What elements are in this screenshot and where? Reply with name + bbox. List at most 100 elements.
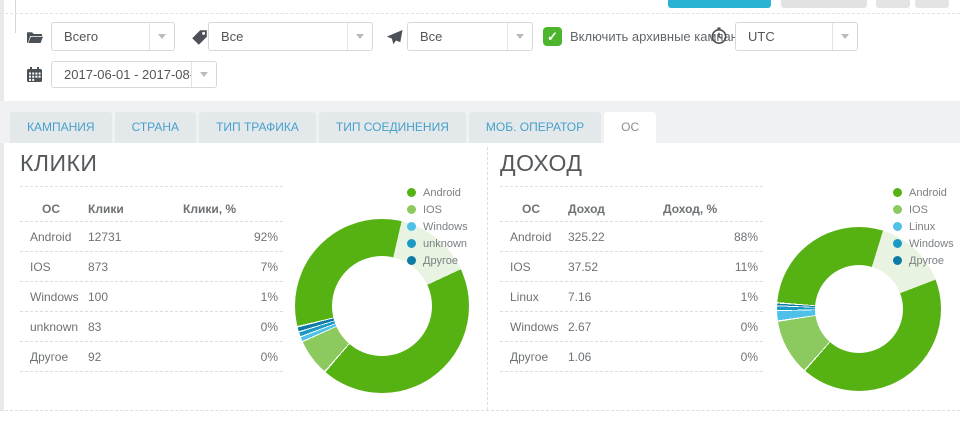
left-edge-strip	[0, 0, 4, 411]
col-clicks-pct: Клики, %	[183, 202, 283, 216]
legend-label: Android	[423, 187, 461, 199]
top-small-button-1-cutoff[interactable]	[876, 0, 910, 8]
cell-os: Android	[510, 230, 568, 244]
legend-label: IOS	[423, 204, 442, 216]
timezone-select[interactable]: UTC	[735, 22, 858, 51]
table-row: Другое 92 0%	[20, 342, 283, 372]
legend-bullet	[893, 205, 902, 214]
legend-bullet	[893, 256, 902, 265]
paper-plane-icon	[386, 29, 403, 46]
clock-icon	[710, 27, 727, 44]
cell-pct: 88%	[663, 230, 763, 244]
legend-label: Android	[909, 187, 947, 199]
revenue-table: ОС Доход Доход, % Android 325.22 88% IOS…	[500, 196, 763, 372]
table-row: unknown 83 0%	[20, 312, 283, 342]
tab-country[interactable]: СТРАНА	[115, 112, 196, 143]
clicks-table-header: ОС Клики Клики, %	[20, 196, 283, 222]
table-row: Windows 100 1%	[20, 282, 283, 312]
legend-bullet	[407, 239, 416, 248]
cell-revenue: 1.06	[568, 350, 663, 364]
cell-clicks: 83	[88, 320, 183, 334]
legend-bullet	[407, 256, 416, 265]
tab-os[interactable]: ОС	[604, 112, 656, 143]
tab-campaign[interactable]: КАМПАНИЯ	[10, 112, 112, 143]
cell-os: IOS	[30, 260, 88, 274]
legend-label: Windows	[909, 238, 954, 250]
clicks-legend: Android IOS Windows unknown Другое	[407, 184, 477, 269]
revenue-title-divider	[500, 186, 763, 187]
revenue-table-header: ОС Доход Доход, %	[500, 196, 763, 222]
legend-item: Android	[893, 184, 960, 201]
cell-pct: 0%	[183, 350, 283, 364]
tab-connection-type[interactable]: ТИП СОЕДИНЕНИЯ	[319, 112, 466, 143]
cell-pct: 1%	[183, 290, 283, 304]
legend-label: Другое	[909, 255, 944, 267]
cell-os: unknown	[30, 320, 88, 334]
report-tabs: КАМПАНИЯ СТРАНА ТИП ТРАФИКА ТИП СОЕДИНЕН…	[0, 101, 960, 143]
panel-divider	[487, 147, 488, 410]
group-filter-value: Всего	[52, 29, 149, 44]
group-filter-select[interactable]: Всего	[51, 22, 175, 51]
tag-filter-select[interactable]: Все	[208, 22, 373, 51]
legend-item: Linux	[893, 218, 960, 235]
clicks-title-divider	[20, 186, 283, 187]
col-revenue: Доход	[568, 202, 663, 216]
cell-clicks: 12731	[88, 230, 183, 244]
legend-item: Android	[407, 184, 477, 201]
top-small-button-2-cutoff[interactable]	[915, 0, 949, 8]
legend-bullet	[407, 205, 416, 214]
cell-clicks: 100	[88, 290, 183, 304]
archive-campaigns-checkbox[interactable]: ✓	[543, 27, 562, 46]
top-dashed-divider	[0, 13, 960, 14]
chevron-down-icon	[356, 34, 364, 39]
table-row: Linux 7.16 1%	[500, 282, 763, 312]
folder-icon	[26, 29, 43, 46]
chevron-down-icon	[158, 34, 166, 39]
legend-item: Другое	[893, 252, 960, 269]
bottom-dashed-divider	[0, 410, 960, 411]
legend-label: Windows	[423, 221, 468, 233]
cell-os: IOS	[510, 260, 568, 274]
timezone-value: UTC	[736, 29, 832, 44]
tab-mobile-operator[interactable]: МОБ. ОПЕРАТОР	[469, 112, 601, 143]
top-secondary-button-cutoff[interactable]	[781, 0, 867, 8]
tag-filter-value: Все	[209, 29, 347, 44]
cell-pct: 1%	[663, 290, 763, 304]
table-row: Windows 2.67 0%	[500, 312, 763, 342]
legend-label: unknown	[423, 238, 467, 250]
cell-revenue: 2.67	[568, 320, 663, 334]
table-row: Android 12731 92%	[20, 222, 283, 252]
chevron-down-icon	[200, 72, 208, 77]
table-row: Другое 1.06 0%	[500, 342, 763, 372]
cell-os: Linux	[510, 290, 568, 304]
col-revenue-pct: Доход, %	[663, 202, 763, 216]
tag-icon	[191, 29, 208, 46]
campaign-filter-select[interactable]: Все	[407, 22, 533, 51]
date-range-select[interactable]: 2017-06-01 - 2017-08-01	[51, 61, 217, 88]
table-row: IOS 873 7%	[20, 252, 283, 282]
legend-item: unknown	[407, 235, 477, 252]
cell-pct: 0%	[183, 320, 283, 334]
cell-revenue: 325.22	[568, 230, 663, 244]
clicks-table: ОС Клики Клики, % Android 12731 92% IOS …	[20, 196, 283, 372]
campaign-filter-caret-zone	[507, 23, 532, 50]
legend-bullet	[407, 222, 416, 231]
tab-traffic-type[interactable]: ТИП ТРАФИКА	[199, 112, 316, 143]
legend-bullet	[893, 188, 902, 197]
tag-filter-caret-zone	[347, 23, 372, 50]
revenue-panel-title: ДОХОД	[500, 150, 582, 177]
timezone-caret-zone	[832, 23, 857, 50]
date-range-caret-zone	[191, 62, 216, 87]
campaign-filter-value: Все	[408, 29, 507, 44]
revenue-legend: Android IOS Linux Windows Другое	[893, 184, 960, 269]
top-primary-button-cutoff[interactable]	[668, 0, 771, 8]
col-os: ОС	[510, 202, 567, 216]
donut-hole	[815, 265, 903, 353]
group-filter-caret-zone	[149, 23, 174, 50]
table-row: Android 325.22 88%	[500, 222, 763, 252]
cell-pct: 7%	[183, 260, 283, 274]
legend-label: Другое	[423, 255, 458, 267]
chevron-down-icon	[841, 34, 849, 39]
legend-label: Linux	[909, 221, 935, 233]
cell-clicks: 92	[88, 350, 183, 364]
